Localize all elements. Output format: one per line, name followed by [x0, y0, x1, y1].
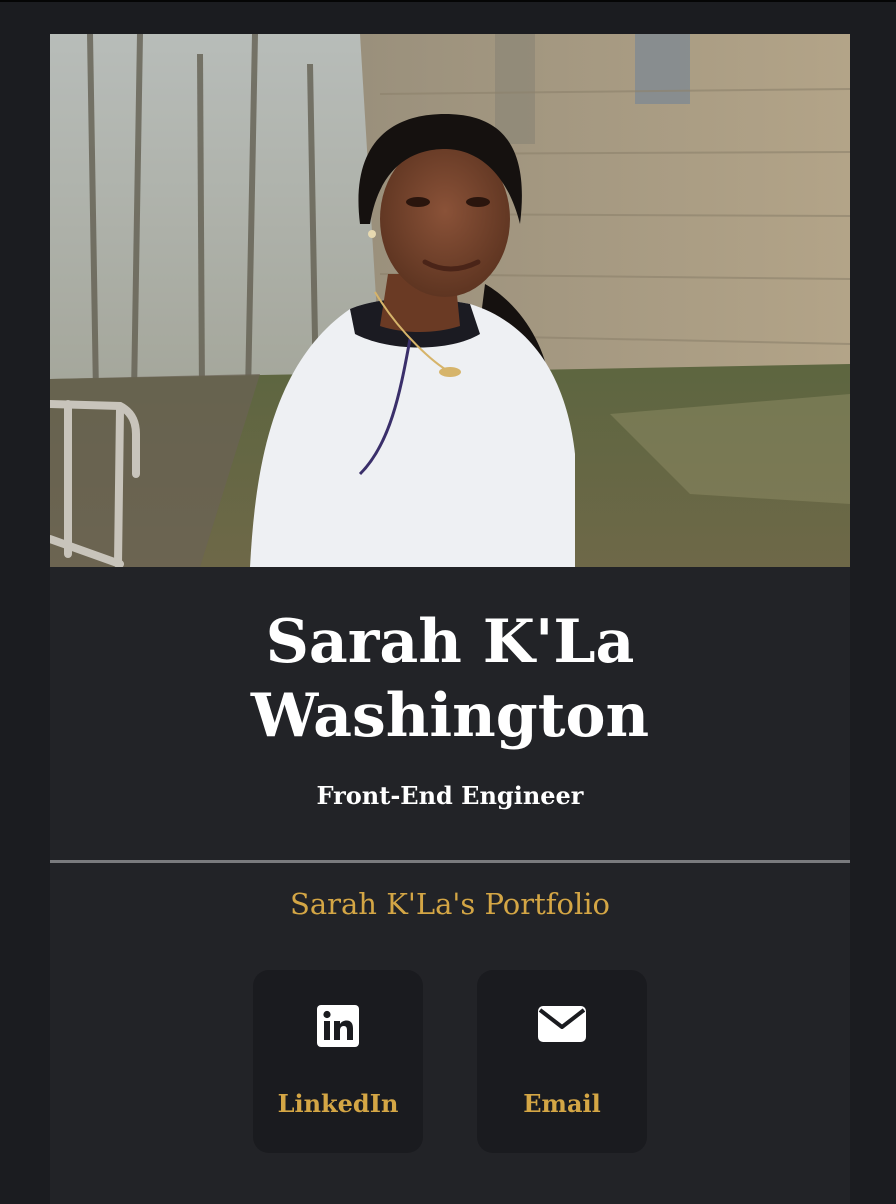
email-label: Email — [523, 1089, 601, 1118]
email-link-button[interactable]: Email — [477, 970, 647, 1153]
window-top-edge — [0, 0, 896, 2]
linkedin-icon — [253, 1004, 423, 1052]
contact-links: LinkedIn Email — [50, 970, 850, 1153]
linkedin-link-button[interactable]: LinkedIn — [253, 970, 423, 1153]
profile-name: Sarah K'La Washington — [50, 567, 850, 753]
portfolio-title: Sarah K'La's Portfolio — [290, 887, 610, 921]
section-divider — [50, 860, 850, 863]
profile-card: Sarah K'La Washington Front-End Engineer… — [50, 34, 850, 1204]
profile-photo — [50, 34, 850, 567]
envelope-icon — [477, 1004, 647, 1052]
profile-name-line1: Sarah K'La — [265, 607, 635, 677]
profile-role: Front-End Engineer — [316, 781, 584, 810]
linkedin-label: LinkedIn — [277, 1089, 399, 1118]
profile-name-line2: Washington — [250, 681, 650, 751]
